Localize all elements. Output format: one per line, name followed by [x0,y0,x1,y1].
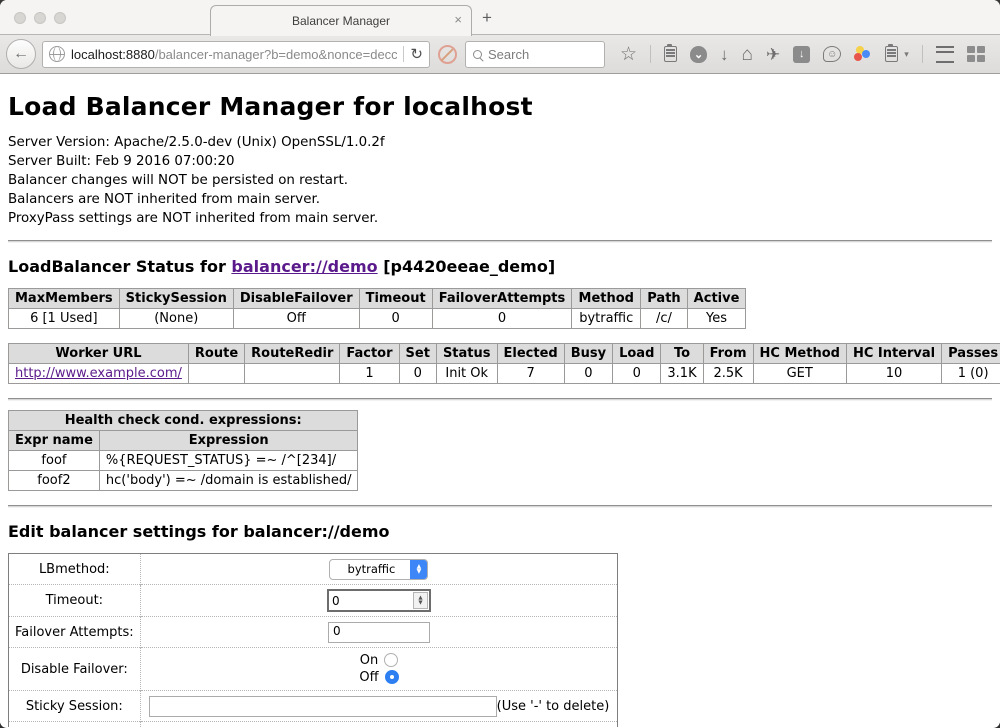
toolbar-icons: ☆ ⌄ ↓ ⌂ ✈ ↓ ☺ ▾ [620,45,985,64]
page-content: Load Balancer Manager for localhost Serv… [0,74,1000,727]
page-title: Load Balancer Manager for localhost [8,92,992,121]
clipboard-menu-icon[interactable] [885,46,898,62]
radio-off-label: Off [359,670,378,685]
timeout-row: Timeout: 0 ▲▼ [9,585,618,617]
timeout-input[interactable]: 0 ▲▼ [327,589,431,612]
send-tab-icon[interactable]: ✈ [766,46,780,63]
timeout-label: Timeout: [9,585,141,617]
sticky-session-label: Sticky Session: [9,691,141,722]
separator [650,45,651,63]
pocket-icon[interactable]: ⌄ [690,46,707,63]
search-input[interactable]: Search [488,47,529,62]
notice-line: ProxyPass settings are NOT inherited fro… [8,209,992,228]
tab-balancer-manager[interactable]: Balancer Manager × [210,5,472,36]
table-row: 6 [1 Used] (None) Off 0 0 bytraffic /c/ … [9,309,746,329]
browser-window: Balancer Manager × + ← localhost:8880/ba… [0,0,1000,728]
reading-list-icon[interactable] [664,46,677,62]
navigation-toolbar: ← localhost:8880/balancer-manager?b=demo… [0,35,1000,74]
server-built: Server Built: Feb 9 2016 07:00:20 [8,152,992,171]
table-header-row: Worker URL Route RouteRedir Factor Set S… [9,344,1000,364]
health-check-table: Health check cond. expressions: Expr nam… [8,410,358,491]
radio-on-label: On [360,653,378,668]
bookmark-star-icon[interactable]: ☆ [620,45,637,64]
reload-icon[interactable]: ↻ [410,45,423,63]
server-info: Server Version: Apache/2.5.0-dev (Unix) … [8,133,992,228]
zoom-window-button[interactable] [54,12,66,24]
sticky-session-row: Sticky Session: (Use '-' to delete) [9,691,618,722]
disable-failover-label: Disable Failover: [9,648,141,691]
notice-line: Balancers are NOT inherited from main se… [8,190,992,209]
add-worker-label: Add New Worker: [9,722,141,728]
worker-table: Worker URL Route RouteRedir Factor Set S… [8,343,1000,384]
site-identity-globe-icon[interactable] [49,46,65,62]
number-spinner-icon[interactable]: ▲▼ [413,592,428,609]
lbmethod-row: LBmethod: bytraffic ▲▼ [9,554,618,585]
add-worker-input[interactable] [225,727,405,728]
content-blocked-icon[interactable] [438,45,457,64]
colored-dots-extension-icon[interactable] [854,46,872,62]
download-panel-icon[interactable]: ↓ [793,46,810,63]
edit-balancer-form: LBmethod: bytraffic ▲▼ Timeout: 0 ▲▼ [8,553,618,727]
table-header-row: Expr name Expression [9,431,358,451]
search-icon [473,50,482,59]
divider [8,240,992,243]
sticky-session-input[interactable] [149,696,497,717]
url-bar[interactable]: localhost:8880/balancer-manager?b=demo&n… [42,41,430,68]
close-window-button[interactable] [14,12,26,24]
status-heading: LoadBalancer Status for balancer://demo … [8,257,992,276]
window-controls[interactable] [14,12,66,24]
search-bar[interactable]: Search [465,41,605,68]
worker-row: http://www.example.com/ 1 0 Init Ok 7 0 … [9,364,1000,384]
back-button[interactable]: ← [6,39,36,69]
server-version: Server Version: Apache/2.5.0-dev (Unix) … [8,133,992,152]
url-separator [403,46,404,62]
failover-attempts-label: Failover Attempts: [9,617,141,648]
close-tab-icon[interactable]: × [454,12,462,27]
disable-failover-row: Disable Failover: On Off [9,648,618,691]
separator [922,45,923,63]
balancer-demo-link[interactable]: balancer://demo [231,257,377,276]
minimize-window-button[interactable] [34,12,46,24]
chevron-down-icon[interactable]: ▾ [904,49,909,60]
tab-title: Balancer Manager [292,14,390,28]
sticky-hint: (Use '-' to delete) [497,699,612,714]
lbmethod-label: LBmethod: [9,554,141,585]
table-title-row: Health check cond. expressions: [9,411,358,431]
failover-on-radio[interactable] [384,653,398,667]
new-tab-button[interactable]: + [482,8,492,28]
tab-groups-icon[interactable] [967,46,985,62]
failover-attempts-input[interactable]: 0 [328,622,430,643]
divider [8,398,992,401]
expr-row: foof %{REQUEST_STATUS} =~ /^[234]/ [9,451,358,471]
notice-line: Balancer changes will NOT be persisted o… [8,171,992,190]
menu-hamburger-icon[interactable] [936,46,954,63]
tab-bar: Balancer Manager × + [0,0,1000,35]
home-icon[interactable]: ⌂ [742,45,753,64]
lbmethod-select[interactable]: bytraffic ▲▼ [329,559,428,580]
worker-url-link[interactable]: http://www.example.com/ [15,366,182,381]
downloads-icon[interactable]: ↓ [720,46,729,63]
balancer-status-table: MaxMembers StickySession DisableFailover… [8,288,746,329]
table-header-row: MaxMembers StickySession DisableFailover… [9,289,746,309]
expr-row: foof2 hc('body') =~ /domain is establish… [9,471,358,491]
feedback-smiley-icon[interactable]: ☺ [823,46,841,62]
add-worker-row: Add New Worker: Are you sure? [9,722,618,728]
edit-settings-heading: Edit balancer settings for balancer://de… [8,522,992,541]
url-input[interactable]: localhost:8880/balancer-manager?b=demo&n… [71,47,397,62]
divider [8,505,992,508]
failover-attempts-row: Failover Attempts: 0 [9,617,618,648]
failover-off-radio[interactable] [385,670,399,684]
select-stepper-icon: ▲▼ [410,560,427,579]
